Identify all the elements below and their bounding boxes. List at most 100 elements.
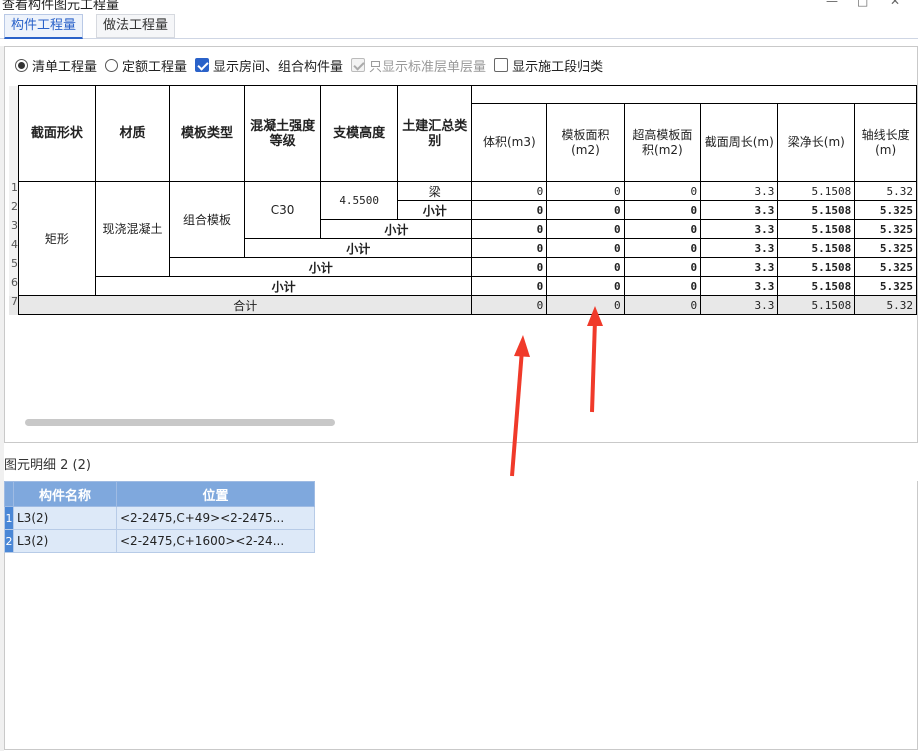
cell-component-name[interactable]: L3(2) [13,506,117,530]
table-row-total[interactable]: 7 合计 0 0 0 3.3 5.1508 5.32 [9,295,917,315]
row-number: 1 [9,181,19,201]
cell-value: 0 [623,238,702,258]
title-bar: 查看构件图元工程量 — □ ✕ [0,0,918,10]
cell-value: 5.32 [854,181,917,201]
cell-value: 5.325 [854,219,917,239]
quantity-table: 截面形状 材质 模板类型 混凝土强度等级 支模高度 土建汇总类别 体积(m3) … [9,85,917,315]
cell-subtotal: 小计 [243,238,473,258]
row-number: 7 [9,295,19,315]
tab-component-quantity[interactable]: 构件工程量 [4,14,84,39]
cell-value: 0 [471,257,548,277]
radio-bill-label: 清单工程量 [32,59,98,75]
cell-value: 0 [546,276,625,296]
cell-value: 5.1508 [777,295,856,315]
checkbox-show-room[interactable]: 显示房间、组合构件量 [195,56,343,75]
tab-method-quantity[interactable]: 做法工程量 [96,14,176,38]
cell-value: 0 [471,200,548,220]
col-material-header: 材质 [94,85,171,182]
corner-cell [9,85,19,104]
cell-value: 5.1508 [777,257,856,277]
close-icon[interactable]: ✕ [890,0,900,8]
checkbox-unchecked-icon[interactable] [494,58,509,72]
tab-bar: 构件工程量 做法工程量 [0,12,918,39]
checkbox-show-room-label: 显示房间、组合构件量 [213,59,344,75]
cell-subtotal: 小计 [169,257,473,277]
cell-value: 0 [546,200,625,220]
col-component-name-header[interactable]: 构件名称 [13,481,117,507]
col-shape-header: 截面形状 [18,85,96,182]
cell-value: 5.325 [854,200,917,220]
cell-value: 3.3 [700,295,779,315]
window-title: 查看构件图元工程量 [2,0,120,10]
cell-subtotal: 小计 [397,200,473,220]
checkbox-stage-label: 显示施工段归类 [512,59,604,75]
checkbox-construction-stage[interactable]: 显示施工段归类 [494,56,603,75]
detail-corner [4,481,14,507]
cell-subtotal: 小计 [94,276,473,296]
cell-category: 梁 [397,181,473,201]
header-row-num [9,103,19,182]
col-formwork-header: 模板类型 [169,85,245,182]
detail-label: 图元明细 2 (2) [4,458,91,473]
horizontal-scrollbar[interactable] [25,419,335,426]
col-high-form-area-header[interactable]: 超高模板面积(m2) [623,103,702,182]
col-height-header: 支模高度 [320,85,399,182]
cell-value: 5.1508 [777,238,856,258]
col-perimeter-header[interactable]: 截面周长(m) [700,103,779,182]
col-volume-header[interactable]: 体积(m3) [471,103,548,182]
cell-value: 0 [623,219,702,239]
checkbox-checked-icon[interactable] [195,58,210,72]
cell-height: 4.5500 [320,181,399,220]
cell-position[interactable]: <2-2475,C+49><2-2475... [116,506,315,530]
cell-value: 0 [623,257,702,277]
cell-value: 3.3 [700,181,779,201]
cell-value: 0 [471,238,548,258]
cell-value: 3.3 [700,276,779,296]
minimize-icon[interactable]: — [826,0,838,8]
cell-value: 0 [471,276,548,296]
col-category-header: 土建汇总类别 [397,85,473,182]
cell-value: 0 [546,219,625,239]
list-item[interactable]: 2 L3(2) <2-2475,C+1600><2-24... [4,529,315,553]
row-number: 1 [4,506,14,530]
cell-value: 0 [471,181,548,201]
radio-bill-quantity[interactable]: 清单工程量 [15,56,97,75]
radio-unchecked-icon[interactable] [105,58,119,72]
cell-component-name[interactable]: L3(2) [13,529,117,553]
cell-value: 5.1508 [777,276,856,296]
cell-value: 0 [471,219,548,239]
cell-total: 合计 [17,295,473,315]
table-row[interactable]: 1 矩形 现浇混凝土 组合模板 C30 4.5500 梁 0 0 0 3.3 5… [9,181,917,296]
detail-table: 构件名称 位置 1 L3(2) <2-2475,C+49><2-2475... … [4,481,315,553]
cell-formwork: 组合模板 [169,181,245,258]
checkbox-disabled-icon [351,58,366,72]
header-group-cell [471,85,917,104]
cell-value: 5.325 [854,238,917,258]
cell-value: 0 [546,238,625,258]
radio-quota-label: 定额工程量 [122,59,188,75]
radio-checked-icon[interactable] [15,58,28,72]
cell-value: 5.1508 [777,219,856,239]
row-number: 5 [9,257,19,277]
cell-subtotal: 小计 [320,219,473,239]
row-number: 4 [9,238,19,258]
maximize-icon[interactable]: □ [857,0,868,8]
cell-position[interactable]: <2-2475,C+1600><2-24... [116,529,315,553]
col-position-header[interactable]: 位置 [116,481,315,507]
quantity-panel: 清单工程量 定额工程量 显示房间、组合构件量 只显示标准层单层量 显示施工段归类… [4,46,918,443]
cell-value: 5.32 [854,295,917,315]
col-form-area-header[interactable]: 模板面积(m2) [546,103,625,182]
radio-quota-quantity[interactable]: 定额工程量 [105,56,187,75]
row-number: 2 [4,529,14,553]
cell-value: 3.3 [700,219,779,239]
row-number: 2 [9,200,19,220]
col-axis-length-header[interactable]: 轴线长度(m) [854,103,917,182]
cell-value: 3.3 [700,200,779,220]
cell-value: 0 [623,295,702,315]
cell-value: 5.325 [854,257,917,277]
cell-value: 5.1508 [777,181,856,201]
cell-value: 0 [623,276,702,296]
list-item[interactable]: 1 L3(2) <2-2475,C+49><2-2475... [4,506,315,530]
col-net-length-header[interactable]: 梁净长(m) [777,103,856,182]
table-row[interactable]: 6 小计 0 0 0 3.3 5.1508 5.325 [9,276,917,296]
